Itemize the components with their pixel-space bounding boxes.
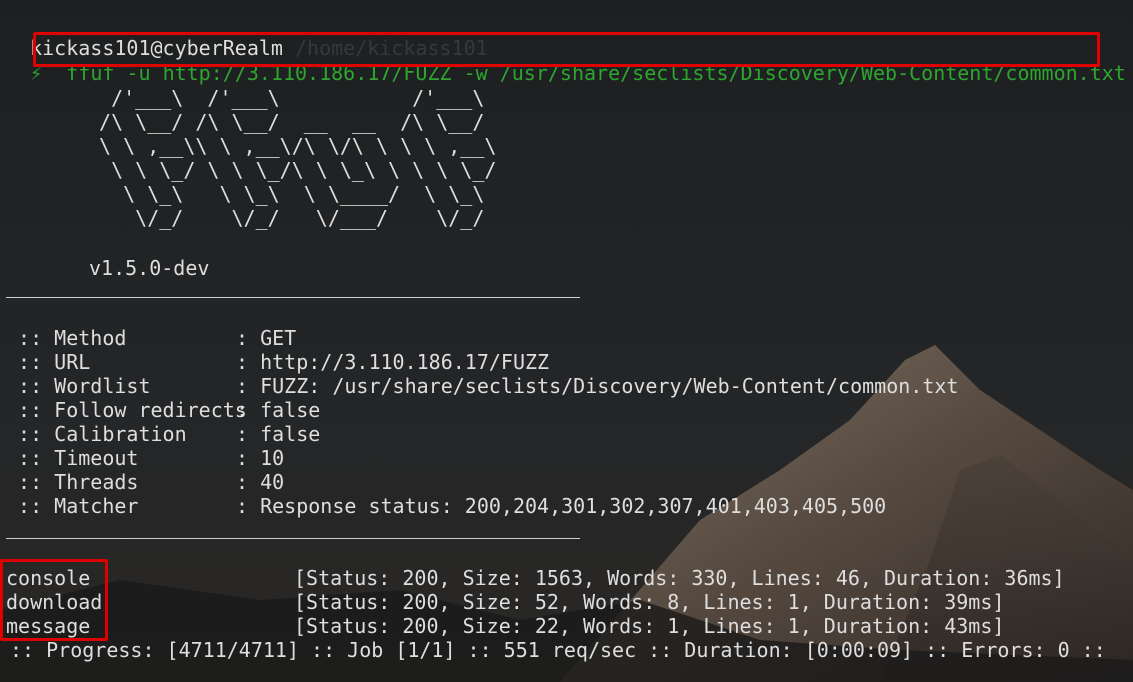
config-value: : Response status: 200,204,301,302,307,4… [236,494,887,518]
config-key: :: Wordlist [6,374,259,398]
divider-top [6,297,580,298]
config-key: :: Calibration [6,422,259,446]
result-detail: [Status: 200, Size: 22, Words: 1, Lines:… [294,614,1005,638]
divider-bottom [6,538,580,539]
config-value: : 10 [236,446,285,470]
config-key: :: Method [6,326,259,350]
result-detail: [Status: 200, Size: 1563, Words: 330, Li… [294,566,1065,590]
progress-line: :: Progress: [4711/4711] :: Job [1/1] ::… [10,638,1106,662]
config-value: : 40 [236,470,285,494]
result-detail: [Status: 200, Size: 52, Words: 8, Lines:… [294,590,1005,614]
ffuf-ascii-logo: /'___\ /'___\ /'___\ /\ \__/ /\ \__/ __ … [99,86,497,230]
config-url: :: URL : http://3.110.186.17/FUZZ [6,350,549,374]
results-highlight-box [0,559,108,641]
config-key: :: Matcher [6,494,259,518]
command-highlight-box [33,32,1100,67]
version-label: v1.5.0-dev [89,256,210,280]
config-key: :: Timeout [6,446,259,470]
config-matcher: :: Matcher : Response status: 200,204,30… [6,494,886,518]
config-key: :: Follow redirects [6,398,259,422]
config-calibration: :: Calibration : false [6,422,320,446]
config-key: :: Threads [6,470,259,494]
config-follow-redirects: :: Follow redirects : false [6,398,320,422]
config-value: : http://3.110.186.17/FUZZ [236,350,550,374]
config-method: :: Method : GET [6,326,296,350]
config-wordlist: :: Wordlist : FUZZ: /usr/share/seclists/… [6,374,958,398]
config-key: :: URL [6,350,259,374]
config-timeout: :: Timeout : 10 [6,446,284,470]
config-value: : false [236,398,321,422]
config-value: : FUZZ: /usr/share/seclists/Discovery/We… [236,374,959,398]
config-threads: :: Threads : 40 [6,470,284,494]
config-value: : GET [236,326,297,350]
config-value: : false [236,422,321,446]
